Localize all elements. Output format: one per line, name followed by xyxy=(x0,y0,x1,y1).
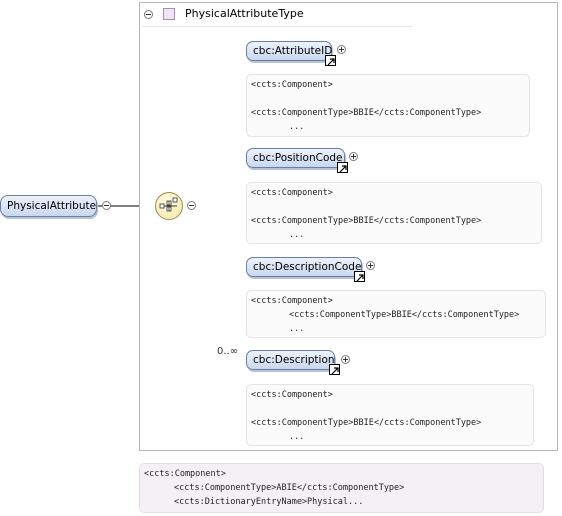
annotation-attribute-id: <ccts:Component> <ccts:ComponentType>BBI… xyxy=(246,74,530,137)
annotation-line: <ccts:Component> xyxy=(144,469,226,479)
element-attribute-id[interactable]: cbc:AttributeID xyxy=(246,41,332,61)
annotation-ellipsis: ... xyxy=(289,432,305,442)
annotation-line: <ccts:ComponentType>BBIE</ccts:Component… xyxy=(289,310,520,320)
type-collapse-button[interactable] xyxy=(144,10,153,19)
expand-position-code-button[interactable] xyxy=(349,152,358,161)
reference-arrow-icon xyxy=(337,162,348,173)
annotation-line: <ccts:Component> xyxy=(251,296,333,306)
annotation-ellipsis: ... xyxy=(289,230,305,240)
root-collapse-button[interactable] xyxy=(102,201,111,210)
type-header-divider xyxy=(142,26,412,27)
annotation-description-code: <ccts:Component> <ccts:ComponentType>BBI… xyxy=(246,290,546,338)
annotation-line: <ccts:Component> xyxy=(251,188,333,198)
reference-arrow-icon xyxy=(325,55,336,66)
complex-type-name: PhysicalAttributeType xyxy=(185,7,304,20)
annotation-line: <ccts:ComponentType>ABIE</ccts:Component… xyxy=(174,483,405,493)
annotation-line: <ccts:Component> xyxy=(251,390,333,400)
root-element[interactable]: PhysicalAttribute xyxy=(0,195,97,217)
sequence-compositor[interactable] xyxy=(155,192,183,220)
annotation-line: <ccts:DictionaryEntryName>Physical... xyxy=(174,497,364,507)
element-description[interactable]: cbc:Description xyxy=(246,350,335,370)
type-annotation: <ccts:Component> <ccts:ComponentType>ABI… xyxy=(139,463,544,513)
expand-description-button[interactable] xyxy=(341,355,350,364)
element-description-code[interactable]: cbc:DescriptionCode xyxy=(246,257,362,277)
sequence-icon xyxy=(159,197,178,212)
expand-attribute-id-button[interactable] xyxy=(337,45,346,54)
expand-description-code-button[interactable] xyxy=(366,261,375,270)
annotation-ellipsis: ... xyxy=(289,122,305,132)
annotation-line: <ccts:ComponentType>BBIE</ccts:Component… xyxy=(251,216,482,226)
complex-type-icon xyxy=(163,8,175,20)
reference-arrow-icon xyxy=(354,271,365,282)
cardinality-label: 0..∞ xyxy=(217,346,239,357)
annotation-line: <ccts:Component> xyxy=(251,80,333,90)
annotation-description: <ccts:Component> <ccts:ComponentType>BBI… xyxy=(246,384,534,446)
annotation-ellipsis: ... xyxy=(289,324,305,334)
annotation-line: <ccts:ComponentType>BBIE</ccts:Component… xyxy=(251,108,482,118)
reference-arrow-icon xyxy=(329,364,340,375)
sequence-collapse-button[interactable] xyxy=(187,201,196,210)
annotation-position-code: <ccts:Component> <ccts:ComponentType>BBI… xyxy=(246,182,542,244)
element-position-code[interactable]: cbc:PositionCode xyxy=(246,148,345,168)
annotation-line: <ccts:ComponentType>BBIE</ccts:Component… xyxy=(251,418,482,428)
